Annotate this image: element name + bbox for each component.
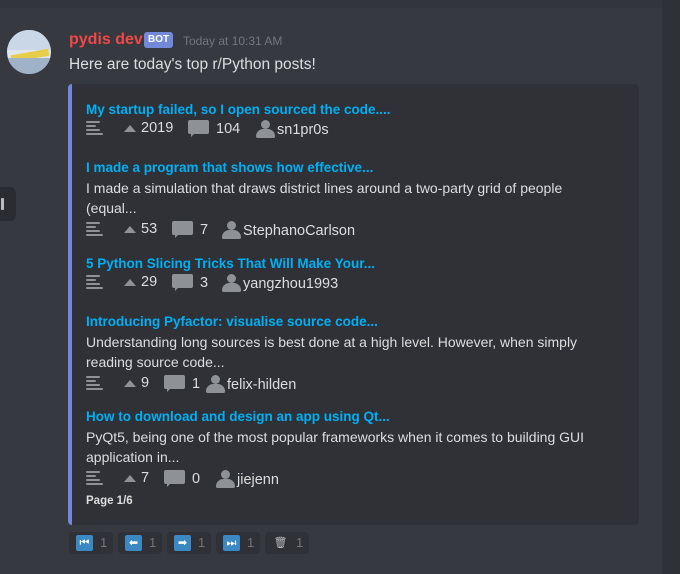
user-icon [222,274,241,293]
upvote-icon [124,379,136,387]
comment-icon [164,375,185,392]
post-title-link[interactable]: 5 Python Slicing Tricks That Will Make Y… [86,256,375,271]
post-title-link[interactable]: Introducing Pyfactor: visualise source c… [86,314,606,329]
reaction-next[interactable]: ➡ 1 [167,532,211,554]
upvote-icon [124,278,136,286]
reaction-previous[interactable]: ⬅ 1 [118,532,162,554]
timestamp: Today at 10:31 AM [183,34,283,48]
post-title-link[interactable]: I made a program that shows how effectiv… [86,160,606,175]
post-item: I made a program that shows how effectiv… [86,160,606,243]
previous-icon: ⬅ [125,535,142,551]
reaction-delete[interactable]: 🗑 1 [265,532,309,554]
post-stats: 7 0 jiejenn [86,470,606,492]
text-lines-icon [86,470,103,486]
post-description: I made a simulation that draws district … [86,180,563,216]
upvote-icon [124,474,136,482]
reaction-count: 1 [149,535,157,550]
user-icon [222,221,241,240]
bot-badge: BOT [144,32,174,48]
previous-message-edge [0,0,680,8]
reaction-count: 1 [198,535,206,550]
user-icon [206,375,225,394]
upvotes: 2019 [124,120,173,136]
post-stats: 29 3 yangzhou1993 [86,274,375,296]
reaction-count: 1 [100,535,108,550]
first-page-icon: ⏮ [76,535,93,551]
reaction-last-page[interactable]: ⏭ 1 [216,532,260,554]
next-icon: ➡ [174,535,191,551]
comments: 0 [164,470,200,487]
sidebar-collapse-handle[interactable] [0,187,16,221]
post-stats: 2019 104 sn1pr0s [86,120,391,142]
text-lines-icon [86,274,103,290]
text-lines-icon [86,375,103,391]
reaction-count: 1 [247,535,255,550]
handle-grip-icon [1,198,4,210]
upvote-icon [124,124,136,132]
embed: My startup failed, so I open sourced the… [68,84,639,525]
comments: 3 [172,274,208,291]
reaction-count: 1 [296,535,304,550]
upvotes: 53 [124,221,157,237]
post-description: Understanding long sources is best done … [86,334,578,370]
comment-icon [172,274,193,291]
upvotes: 29 [124,274,157,290]
text-lines-icon [86,120,103,136]
upvote-icon [124,225,136,233]
post-item: How to download and design an app using … [86,409,606,492]
text-lines-icon [86,221,103,237]
author: yangzhou1993 [222,274,338,293]
post-description: PyQt5, being one of the most popular fra… [86,429,585,465]
reaction-first-page[interactable]: ⏮ 1 [69,532,113,554]
username[interactable]: pydis dev [69,31,143,49]
comment-icon [188,120,209,137]
post-stats: 9 1 felix-hilden [86,375,606,397]
post-item: 5 Python Slicing Tricks That Will Make Y… [86,256,375,296]
last-page-icon: ⏭ [223,535,240,551]
comment-icon [172,221,193,238]
trash-icon: 🗑 [273,536,288,549]
comment-icon [164,470,185,487]
message-text: Here are today's top r/Python posts! [69,56,316,73]
user-icon [216,470,235,489]
post-title-link[interactable]: How to download and design an app using … [86,409,606,424]
author: jiejenn [216,470,279,489]
reaction-bar: ⏮ 1 ⬅ 1 ➡ 1 ⏭ 1 🗑 1 [69,532,314,554]
author: StephanoCarlson [222,221,355,240]
scrollbar[interactable] [662,0,680,574]
author: sn1pr0s [256,120,329,139]
comments: 7 [172,221,208,238]
upvotes: 9 [124,375,149,391]
post-title-link[interactable]: My startup failed, so I open sourced the… [86,102,391,117]
author: felix-hilden [206,375,296,394]
comments: 1 [164,375,200,392]
upvotes: 7 [124,470,149,486]
post-item: My startup failed, so I open sourced the… [86,102,391,142]
avatar[interactable] [7,30,51,74]
page-indicator: Page 1/6 [86,495,133,507]
user-icon [256,120,275,139]
comments: 104 [188,120,240,137]
post-stats: 53 7 StephanoCarlson [86,221,606,243]
post-item: Introducing Pyfactor: visualise source c… [86,314,606,397]
